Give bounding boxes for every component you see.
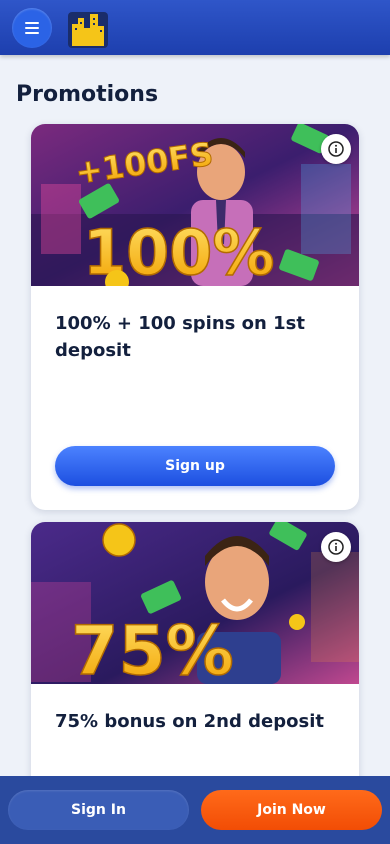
info-button[interactable]: [321, 134, 351, 164]
hamburger-menu-icon: [25, 21, 39, 34]
sign-in-button[interactable]: Sign In: [8, 790, 189, 830]
svg-text:75%: 75%: [71, 612, 234, 684]
menu-button[interactable]: [12, 7, 52, 48]
promotion-banner-image: 75%: [31, 522, 359, 684]
info-icon: [328, 141, 344, 157]
info-button[interactable]: [321, 532, 351, 562]
page-title: Promotions: [16, 82, 159, 107]
bottom-action-bar: Sign In Join Now: [0, 776, 390, 844]
promotion-title: 100% + 100 spins on 1st deposit: [55, 313, 305, 361]
signup-button[interactable]: Sign up: [55, 446, 335, 486]
promotion-banner-image: 100% +100FS: [31, 124, 359, 286]
top-app-bar: [0, 0, 390, 55]
promotion-card: 100% +100FS 100% + 100 spins on 1st depo…: [31, 124, 359, 510]
promotion-title: 75% bonus on 2nd deposit: [55, 711, 324, 732]
city-skyline-logo-icon[interactable]: [68, 8, 108, 48]
join-now-button[interactable]: Join Now: [201, 790, 382, 830]
info-icon: [328, 539, 344, 555]
